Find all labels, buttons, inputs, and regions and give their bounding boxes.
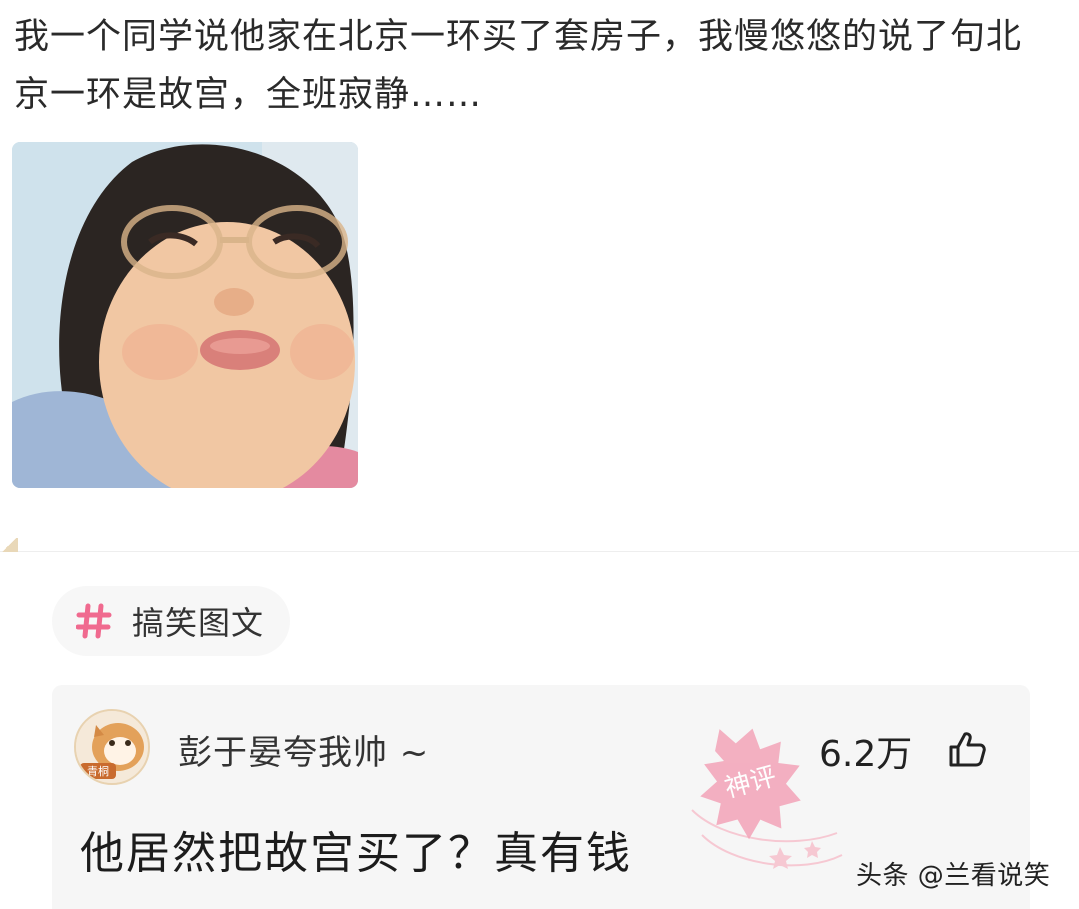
hash-icon xyxy=(76,603,112,639)
avatar[interactable]: 青桐 xyxy=(74,709,150,785)
meme-photo-icon xyxy=(12,142,358,488)
post-text: 我一个同学说他家在北京一环买了套房子，我慢悠悠的说了句北京一环是故宫，全班寂静…… xyxy=(14,17,1023,115)
post-card: 我一个同学说他家在北京一环买了套房子，我慢悠悠的说了句北京一环是故宫，全班寂静…… xyxy=(0,0,1079,552)
corner-decoration xyxy=(0,538,18,552)
cat-avatar-icon: 青桐 xyxy=(76,711,148,783)
like-count: 6.2万 xyxy=(819,734,913,775)
topic-tag[interactable]: 搞笑图文 xyxy=(52,586,291,656)
post-image[interactable] xyxy=(12,142,358,488)
comment-username[interactable]: 彭于晏夸我帅 ~ xyxy=(178,725,429,774)
topic-label: 搞笑图文 xyxy=(132,604,265,642)
avatar-badge: 青桐 xyxy=(87,764,109,778)
watermark: 头条 @兰看说笑 xyxy=(856,861,1051,891)
thumbs-up-icon[interactable] xyxy=(947,729,987,769)
comment-text: 他居然把故宫买了？真有钱 xyxy=(80,828,632,879)
